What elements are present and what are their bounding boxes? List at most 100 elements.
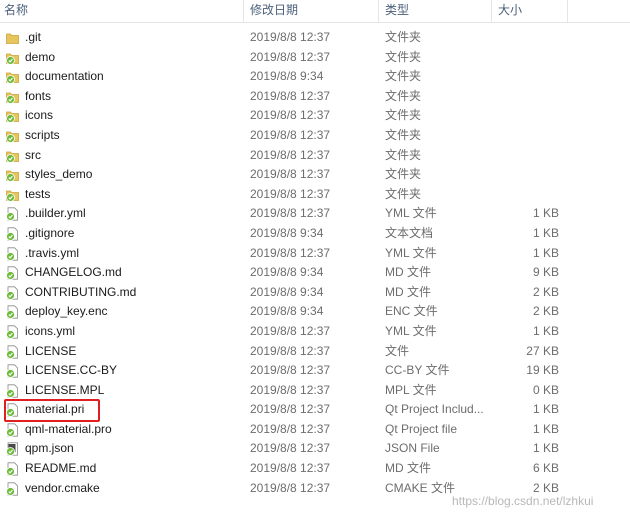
- file-green-icon: [6, 403, 19, 418]
- file-green-icon: [6, 286, 19, 300]
- column-header-size[interactable]: 大小: [492, 0, 568, 22]
- file-size: [495, 165, 559, 185]
- file-green-icon: [6, 305, 19, 320]
- file-size: 1 KB: [532, 225, 559, 240]
- file-date: 2019/8/8 12:37: [250, 323, 331, 338]
- file-row[interactable]: .gitignore 2019/8/8 9:34 文本文档 1 KB: [0, 224, 630, 244]
- file-row[interactable]: qml-material.pro 2019/8/8 12:37 Qt Project…: [0, 420, 630, 440]
- file-date: 2019/8/8 9:34: [250, 304, 324, 319]
- file-size: [495, 87, 559, 107]
- file-size: 1 KB: [532, 441, 559, 456]
- file-row[interactable]: fonts 2019/8/8 12:37 文件夹: [0, 87, 630, 107]
- file-row[interactable]: tests 2019/8/8 12:37 文件夹: [0, 185, 630, 205]
- file-row[interactable]: CHANGELOG.md 2019/8/8 9:34 MD 文件 9 KB: [0, 263, 630, 283]
- file-row[interactable]: LICENSE.MPL 2019/8/8 12:37 MPL 文件 0 KB: [0, 381, 630, 401]
- file-size: 1 KB: [532, 245, 559, 260]
- file-type: MD 文件: [385, 461, 431, 476]
- file-type: 文件夹: [385, 30, 422, 44]
- file-row[interactable]: .travis.yml 2019/8/8 12:37 YML 文件 1 KB: [0, 244, 630, 264]
- file-name: src: [25, 147, 41, 162]
- column-header-date[interactable]: 修改日期: [244, 0, 379, 22]
- column-header-bar: 名称 修改日期 类型 大小: [0, 0, 630, 23]
- file-size: 6 KB: [532, 461, 559, 476]
- file-date: 2019/8/8 12:37: [250, 88, 331, 103]
- file-row[interactable]: .builder.yml 2019/8/8 12:37 YML 文件 1 KB: [0, 204, 630, 224]
- file-row[interactable]: src 2019/8/8 12:37 文件夹: [0, 146, 630, 166]
- file-name: .gitignore: [25, 225, 75, 240]
- file-type: 文件夹: [385, 127, 422, 142]
- file-row[interactable]: .git 2019/8/8 12:37 文件夹: [0, 28, 630, 48]
- file-size: [495, 28, 559, 48]
- file-green-icon: [6, 384, 19, 398]
- file-type: ENC 文件: [385, 304, 438, 319]
- file-green-icon: [6, 246, 19, 261]
- file-green-icon: [6, 423, 19, 437]
- folder-green-icon: [6, 149, 19, 163]
- file-type: MPL 文件: [385, 382, 437, 397]
- file-row[interactable]: demo 2019/8/8 12:37 文件夹: [0, 48, 630, 68]
- file-name: styles_demo: [25, 167, 93, 182]
- file-row[interactable]: LICENSE.CC-BY 2019/8/8 12:37 CC-BY 文件 19 KB: [0, 361, 630, 381]
- file-row[interactable]: CONTRIBUTING.md 2019/8/8 9:34 MD 文件 2 KB: [0, 283, 630, 303]
- file-date: 2019/8/8 12:37: [250, 441, 331, 456]
- file-size: 27 KB: [526, 343, 559, 358]
- folder-green-icon: [6, 70, 19, 85]
- file-row[interactable]: README.md 2019/8/8 12:37 MD 文件 6 KB: [0, 459, 630, 479]
- file-name: documentation: [25, 69, 104, 84]
- file-date: 2019/8/8 12:37: [250, 402, 331, 417]
- file-date: 2019/8/8 12:37: [250, 186, 331, 201]
- file-date: 2019/8/8 9:34: [250, 225, 324, 240]
- file-type: CC-BY 文件: [385, 363, 450, 378]
- file-date: 2019/8/8 9:34: [250, 284, 324, 299]
- file-date: 2019/8/8 12:37: [250, 382, 331, 397]
- file-green-icon: [6, 482, 19, 496]
- file-name: CHANGELOG.md: [25, 265, 122, 280]
- file-date: 2019/8/8 12:37: [250, 147, 331, 162]
- file-row[interactable]: icons 2019/8/8 12:37 文件夹: [0, 106, 630, 126]
- file-name: qml-material.pro: [25, 421, 112, 436]
- file-size: [495, 48, 559, 68]
- column-header-type[interactable]: 类型: [379, 0, 492, 22]
- file-date: 2019/8/8 12:37: [250, 480, 331, 495]
- file-row[interactable]: documentation 2019/8/8 9:34 文件夹: [0, 67, 630, 87]
- json-file-icon: [6, 442, 19, 457]
- file-name: deploy_key.enc: [25, 304, 108, 319]
- file-name: material.pri: [25, 402, 85, 417]
- file-type: 文件夹: [385, 167, 422, 182]
- file-size: 19 KB: [526, 363, 559, 378]
- folder-green-icon: [6, 51, 19, 65]
- file-row[interactable]: scripts 2019/8/8 12:37 文件夹: [0, 126, 630, 146]
- file-date: 2019/8/8 12:37: [250, 206, 331, 221]
- file-row[interactable]: deploy_key.enc 2019/8/8 9:34 ENC 文件 2 KB: [0, 302, 630, 322]
- folder-green-icon: [6, 90, 19, 104]
- watermark: https://blog.csdn.net/lzhkui: [452, 494, 594, 508]
- column-header-name[interactable]: 名称: [0, 0, 244, 22]
- file-name: qpm.json: [25, 441, 74, 456]
- folder-green-icon: [6, 129, 19, 143]
- file-name: LICENSE.CC-BY: [25, 363, 118, 378]
- file-size: 2 KB: [532, 284, 559, 299]
- file-name: LICENSE.MPL: [25, 382, 105, 397]
- file-type: Qt Project file: [385, 421, 458, 436]
- file-type: 文件: [385, 343, 410, 358]
- file-name: vendor.cmake: [25, 480, 100, 495]
- file-name: icons.yml: [25, 323, 76, 338]
- file-name: fonts: [25, 88, 52, 103]
- file-row[interactable]: styles_demo 2019/8/8 12:37 文件夹: [0, 165, 630, 185]
- folder-green-icon: [6, 109, 19, 124]
- file-type: YML 文件: [385, 206, 437, 221]
- file-name: tests: [25, 186, 51, 201]
- file-name: demo: [25, 49, 56, 64]
- file-row[interactable]: qpm.json 2019/8/8 12:37 JSON File 1 KB: [0, 439, 630, 459]
- file-row[interactable]: LICENSE 2019/8/8 12:37 文件 27 KB: [0, 342, 630, 362]
- file-name: icons: [25, 108, 54, 123]
- file-type: 文件夹: [385, 69, 422, 84]
- file-size: 1 KB: [532, 421, 559, 436]
- file-type: YML 文件: [385, 323, 437, 338]
- file-row[interactable]: material.pri 2019/8/8 12:37 Qt Project Inc…: [0, 400, 630, 420]
- file-date: 2019/8/8 12:37: [250, 30, 331, 44]
- file-row[interactable]: icons.yml 2019/8/8 12:37 YML 文件 1 KB: [0, 322, 630, 342]
- file-date: 2019/8/8 12:37: [250, 343, 331, 358]
- file-type: MD 文件: [385, 265, 431, 280]
- file-type: 文件夹: [385, 147, 422, 162]
